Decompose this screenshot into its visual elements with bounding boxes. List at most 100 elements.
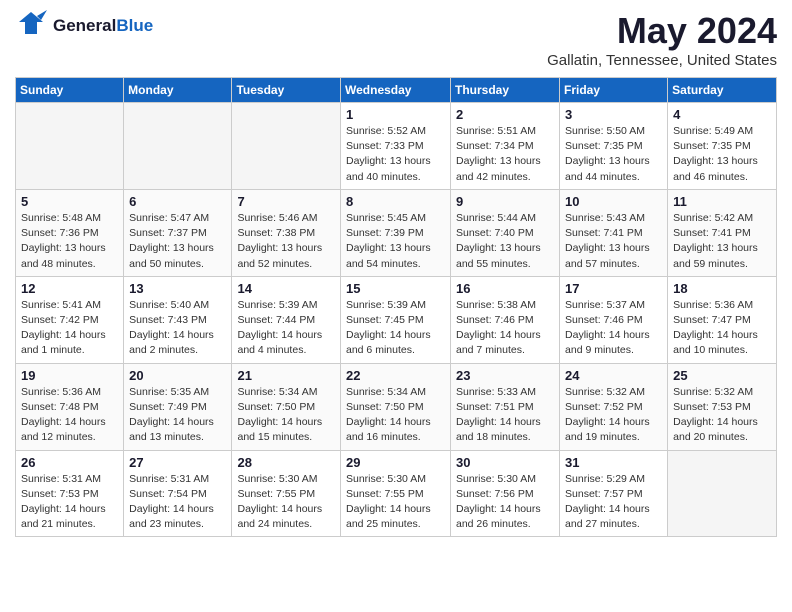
day-number: 2 — [456, 107, 554, 122]
calendar-cell: 11Sunrise: 5:42 AM Sunset: 7:41 PM Dayli… — [668, 189, 777, 276]
day-number: 3 — [565, 107, 662, 122]
calendar-cell: 3Sunrise: 5:50 AM Sunset: 7:35 PM Daylig… — [560, 103, 668, 190]
calendar-cell — [668, 450, 777, 537]
calendar-cell: 13 Sunrise: 5:40 AM Sunset: 7:43 PM Dayli… — [124, 276, 232, 363]
calendar-cell: 22 Sunrise: 5:34 AM Sunset: 7:50 PM Dayli… — [341, 363, 451, 450]
day-number: 25 — [673, 368, 771, 383]
location: Gallatin, Tennessee, United States — [547, 52, 777, 69]
day-number: 4 — [673, 107, 771, 122]
calendar-cell: 18Sunrise: 5:36 AM Sunset: 7:47 PM Dayli… — [668, 276, 777, 363]
day-info: Sunrise: 5:36 AM Sunset: 7:47 PM Dayligh… — [673, 298, 771, 359]
calendar-week-row: 1 Sunrise: 5:52 AM Sunset: 7:33 PM Daylig… — [16, 103, 777, 190]
day-info: Sunrise: 5:32 AM Sunset: 7:52 PM Dayligh… — [565, 385, 662, 446]
calendar-header-tuesday: Tuesday — [232, 78, 341, 103]
day-info: Sunrise: 5:41 AM Sunset: 7:42 PM Dayligh… — [21, 298, 118, 359]
logo-general: General — [53, 16, 116, 36]
day-number: 17 — [565, 281, 662, 296]
day-number: 31 — [565, 455, 662, 470]
page-header: General Blue May 2024 Gallatin, Tennesse… — [15, 10, 777, 69]
calendar-header-sunday: Sunday — [16, 78, 124, 103]
day-number: 6 — [129, 194, 226, 209]
month-title: May 2024 — [547, 10, 777, 52]
calendar-header-saturday: Saturday — [668, 78, 777, 103]
calendar-cell: 14 Sunrise: 5:39 AM Sunset: 7:44 PM Dayli… — [232, 276, 341, 363]
day-info: Sunrise: 5:34 AM Sunset: 7:50 PM Dayligh… — [237, 385, 335, 446]
day-info: Sunrise: 5:39 AM Sunset: 7:44 PM Dayligh… — [237, 298, 335, 359]
logo: General Blue — [15, 10, 153, 41]
calendar-cell: 10 Sunrise: 5:43 AM Sunset: 7:41 PM Dayli… — [560, 189, 668, 276]
calendar-cell: 20 Sunrise: 5:35 AM Sunset: 7:49 PM Dayli… — [124, 363, 232, 450]
calendar-cell: 2 Sunrise: 5:51 AM Sunset: 7:34 PM Daylig… — [451, 103, 560, 190]
calendar-table: SundayMondayTuesdayWednesdayThursdayFrid… — [15, 77, 777, 537]
calendar-cell: 4 Sunrise: 5:49 AM Sunset: 7:35 PM Daylig… — [668, 103, 777, 190]
calendar-header-thursday: Thursday — [451, 78, 560, 103]
calendar-cell: 8 Sunrise: 5:45 AM Sunset: 7:39 PM Daylig… — [341, 189, 451, 276]
day-number: 29 — [346, 455, 445, 470]
day-info: Sunrise: 5:35 AM Sunset: 7:49 PM Dayligh… — [129, 385, 226, 446]
logo-mark — [15, 10, 47, 41]
day-number: 23 — [456, 368, 554, 383]
calendar-cell: 30 Sunrise: 5:30 AM Sunset: 7:56 PM Dayli… — [451, 450, 560, 537]
calendar-cell: 5Sunrise: 5:48 AM Sunset: 7:36 PM Daylig… — [16, 189, 124, 276]
calendar-cell: 7 Sunrise: 5:46 AM Sunset: 7:38 PM Daylig… — [232, 189, 341, 276]
day-number: 14 — [237, 281, 335, 296]
calendar-cell: 23Sunrise: 5:33 AM Sunset: 7:51 PM Dayli… — [451, 363, 560, 450]
day-number: 1 — [346, 107, 445, 122]
day-number: 10 — [565, 194, 662, 209]
calendar-cell: 29Sunrise: 5:30 AM Sunset: 7:55 PM Dayli… — [341, 450, 451, 537]
day-info: Sunrise: 5:37 AM Sunset: 7:46 PM Dayligh… — [565, 298, 662, 359]
day-number: 28 — [237, 455, 335, 470]
calendar-cell: 15Sunrise: 5:39 AM Sunset: 7:45 PM Dayli… — [341, 276, 451, 363]
calendar-week-row: 5Sunrise: 5:48 AM Sunset: 7:36 PM Daylig… — [16, 189, 777, 276]
calendar-cell: 28 Sunrise: 5:30 AM Sunset: 7:55 PM Dayli… — [232, 450, 341, 537]
day-number: 22 — [346, 368, 445, 383]
day-number: 20 — [129, 368, 226, 383]
day-info: Sunrise: 5:30 AM Sunset: 7:56 PM Dayligh… — [456, 472, 554, 533]
day-info: Sunrise: 5:49 AM Sunset: 7:35 PM Dayligh… — [673, 124, 771, 185]
day-info: Sunrise: 5:43 AM Sunset: 7:41 PM Dayligh… — [565, 211, 662, 272]
day-number: 27 — [129, 455, 226, 470]
calendar-header-wednesday: Wednesday — [341, 78, 451, 103]
day-info: Sunrise: 5:42 AM Sunset: 7:41 PM Dayligh… — [673, 211, 771, 272]
day-number: 26 — [21, 455, 118, 470]
calendar-week-row: 19 Sunrise: 5:36 AM Sunset: 7:48 PM Dayli… — [16, 363, 777, 450]
day-info: Sunrise: 5:34 AM Sunset: 7:50 PM Dayligh… — [346, 385, 445, 446]
day-number: 9 — [456, 194, 554, 209]
day-info: Sunrise: 5:30 AM Sunset: 7:55 PM Dayligh… — [237, 472, 335, 533]
calendar-cell: 21 Sunrise: 5:34 AM Sunset: 7:50 PM Dayli… — [232, 363, 341, 450]
calendar-cell: 17 Sunrise: 5:37 AM Sunset: 7:46 PM Dayli… — [560, 276, 668, 363]
logo-blue: Blue — [116, 16, 153, 36]
day-info: Sunrise: 5:38 AM Sunset: 7:46 PM Dayligh… — [456, 298, 554, 359]
day-info: Sunrise: 5:31 AM Sunset: 7:54 PM Dayligh… — [129, 472, 226, 533]
day-info: Sunrise: 5:51 AM Sunset: 7:34 PM Dayligh… — [456, 124, 554, 185]
calendar-week-row: 12Sunrise: 5:41 AM Sunset: 7:42 PM Dayli… — [16, 276, 777, 363]
day-number: 5 — [21, 194, 118, 209]
day-number: 21 — [237, 368, 335, 383]
day-number: 13 — [129, 281, 226, 296]
day-info: Sunrise: 5:32 AM Sunset: 7:53 PM Dayligh… — [673, 385, 771, 446]
day-number: 30 — [456, 455, 554, 470]
day-number: 8 — [346, 194, 445, 209]
calendar-cell: 16 Sunrise: 5:38 AM Sunset: 7:46 PM Dayli… — [451, 276, 560, 363]
day-number: 7 — [237, 194, 335, 209]
day-info: Sunrise: 5:36 AM Sunset: 7:48 PM Dayligh… — [21, 385, 118, 446]
day-info: Sunrise: 5:47 AM Sunset: 7:37 PM Dayligh… — [129, 211, 226, 272]
day-number: 16 — [456, 281, 554, 296]
calendar-cell: 9Sunrise: 5:44 AM Sunset: 7:40 PM Daylig… — [451, 189, 560, 276]
day-info: Sunrise: 5:40 AM Sunset: 7:43 PM Dayligh… — [129, 298, 226, 359]
calendar-week-row: 26Sunrise: 5:31 AM Sunset: 7:53 PM Dayli… — [16, 450, 777, 537]
day-info: Sunrise: 5:46 AM Sunset: 7:38 PM Dayligh… — [237, 211, 335, 272]
day-info: Sunrise: 5:52 AM Sunset: 7:33 PM Dayligh… — [346, 124, 445, 185]
calendar-cell — [16, 103, 124, 190]
calendar-cell — [232, 103, 341, 190]
day-number: 24 — [565, 368, 662, 383]
calendar-cell: 1 Sunrise: 5:52 AM Sunset: 7:33 PM Daylig… — [341, 103, 451, 190]
day-number: 19 — [21, 368, 118, 383]
day-info: Sunrise: 5:45 AM Sunset: 7:39 PM Dayligh… — [346, 211, 445, 272]
day-number: 15 — [346, 281, 445, 296]
calendar-cell: 26Sunrise: 5:31 AM Sunset: 7:53 PM Dayli… — [16, 450, 124, 537]
title-area: May 2024 Gallatin, Tennessee, United Sta… — [547, 10, 777, 69]
calendar-header-row: SundayMondayTuesdayWednesdayThursdayFrid… — [16, 78, 777, 103]
calendar-cell: 27 Sunrise: 5:31 AM Sunset: 7:54 PM Dayli… — [124, 450, 232, 537]
calendar-cell: 12Sunrise: 5:41 AM Sunset: 7:42 PM Dayli… — [16, 276, 124, 363]
